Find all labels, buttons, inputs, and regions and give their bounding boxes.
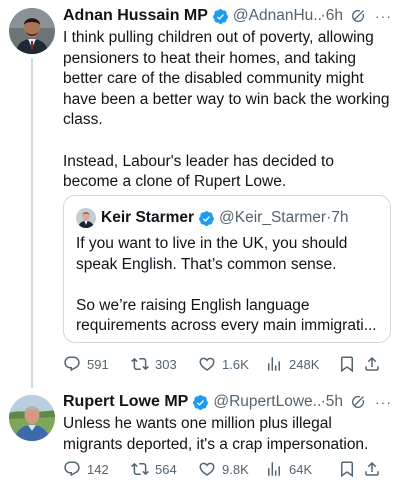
timestamp[interactable]: 6h bbox=[326, 7, 343, 25]
bookmark-button[interactable] bbox=[338, 355, 363, 373]
like-icon bbox=[199, 462, 215, 476]
author-name[interactable]: Adnan Hussain MP bbox=[63, 7, 208, 25]
avatar[interactable] bbox=[9, 395, 55, 441]
reply-count: 142 bbox=[87, 461, 109, 477]
tweet-header: Rupert Lowe MP @RupertLowe... · 5h ··· bbox=[63, 392, 392, 412]
views-icon bbox=[268, 462, 280, 476]
tweet[interactable]: Adnan Hussain MP @AdnanHu... · 6h ··· I … bbox=[0, 0, 400, 388]
repost-button[interactable]: 303 bbox=[131, 355, 198, 373]
quote-author-handle[interactable]: @Keir_Starmer bbox=[219, 209, 326, 227]
share-button[interactable] bbox=[363, 460, 383, 478]
tweet[interactable]: Rupert Lowe MP @RupertLowe... · 5h ··· U… bbox=[0, 383, 400, 483]
reply-button[interactable]: 142 bbox=[63, 460, 131, 478]
quote-header: Keir Starmer @Keir_Starmer · 7h bbox=[101, 208, 380, 228]
more-icon[interactable]: ··· bbox=[375, 394, 392, 410]
action-bar: 142 564 9.8K 64K bbox=[63, 459, 390, 479]
grok-icon[interactable] bbox=[350, 8, 366, 24]
quote-text: If you want to live in the UK, you shoul… bbox=[76, 235, 377, 335]
share-button[interactable] bbox=[363, 355, 383, 373]
like-icon bbox=[199, 357, 215, 371]
view-count: 248K bbox=[289, 356, 320, 372]
verified-badge-icon bbox=[193, 394, 209, 410]
reply-icon bbox=[64, 461, 80, 477]
views-button[interactable]: 64K bbox=[265, 460, 338, 478]
tweet-text: I think pulling children out of poverty,… bbox=[63, 29, 390, 191]
repost-icon bbox=[131, 462, 149, 476]
verified-badge-icon bbox=[212, 8, 228, 24]
bookmark-icon bbox=[341, 356, 353, 373]
reply-button[interactable]: 591 bbox=[63, 355, 131, 373]
quoted-tweet[interactable]: Keir Starmer @Keir_Starmer · 7h If you w… bbox=[63, 195, 391, 343]
grok-icon[interactable] bbox=[350, 394, 366, 410]
reply-icon bbox=[64, 356, 80, 372]
reply-count: 591 bbox=[87, 356, 109, 372]
like-count: 1.6K bbox=[222, 356, 249, 372]
bookmark-icon bbox=[341, 461, 353, 478]
more-icon[interactable]: ··· bbox=[375, 8, 392, 24]
author-handle[interactable]: @RupertLowe... bbox=[213, 393, 320, 411]
repost-count: 564 bbox=[155, 461, 177, 477]
like-count: 9.8K bbox=[222, 461, 249, 477]
repost-icon bbox=[131, 357, 149, 371]
repost-button[interactable]: 564 bbox=[131, 460, 198, 478]
views-icon bbox=[268, 357, 280, 371]
thread-line bbox=[31, 58, 33, 388]
quote-avatar bbox=[76, 208, 96, 228]
quote-author-name[interactable]: Keir Starmer bbox=[101, 209, 194, 227]
verified-badge-icon bbox=[199, 210, 214, 226]
action-bar: 591 303 1.6K 248K bbox=[63, 354, 390, 374]
like-button[interactable]: 9.8K bbox=[198, 460, 265, 478]
author-handle[interactable]: @AdnanHu... bbox=[233, 7, 321, 25]
tweet-text: Unless he wants one million plus illegal… bbox=[63, 415, 369, 453]
share-icon bbox=[365, 461, 379, 476]
share-icon bbox=[365, 356, 379, 371]
view-count: 64K bbox=[289, 461, 313, 477]
tweet-header: Adnan Hussain MP @AdnanHu... · 6h ··· bbox=[63, 6, 392, 26]
bookmark-button[interactable] bbox=[338, 460, 363, 478]
views-button[interactable]: 248K bbox=[265, 355, 338, 373]
author-name[interactable]: Rupert Lowe MP bbox=[63, 393, 188, 411]
avatar[interactable] bbox=[9, 8, 55, 54]
like-button[interactable]: 1.6K bbox=[198, 355, 265, 373]
timestamp[interactable]: 5h bbox=[326, 393, 343, 411]
repost-count: 303 bbox=[155, 356, 177, 372]
quote-timestamp[interactable]: 7h bbox=[331, 209, 348, 227]
